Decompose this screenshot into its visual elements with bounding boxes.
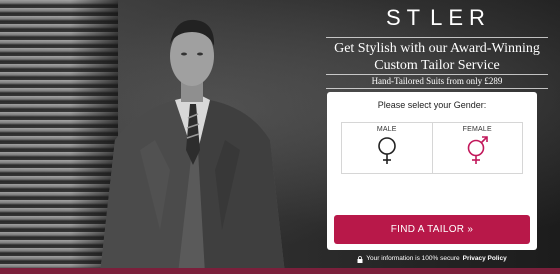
hero-headline: Get Stylish with our Award-Winning Custo… (334, 41, 540, 73)
model-photo (100, 19, 285, 274)
find-a-tailor-button[interactable]: FIND A TAILOR » (334, 215, 530, 244)
gender-option-male[interactable]: MALE (342, 123, 432, 173)
form-title: Please select your Gender: (377, 100, 487, 110)
gender-selector: MALE FEMALE (341, 122, 523, 174)
logo-text-right: LER (430, 5, 491, 30)
bottom-accent-bar (0, 268, 560, 274)
divider (326, 74, 548, 75)
female-symbol-icon (467, 136, 489, 164)
logo-text-left: ST (386, 5, 427, 30)
gender-label-male: MALE (376, 126, 397, 133)
male-symbol-icon (377, 137, 396, 164)
gender-label-female: FEMALE (462, 126, 492, 133)
lock-icon (357, 255, 363, 263)
hero-subline: Hand-Tailored Suits from only £289 (371, 76, 503, 86)
privacy-policy-link[interactable]: Privacy Policy (463, 255, 507, 263)
secure-notice: Your information is 100% secure Privacy … (327, 255, 537, 263)
secure-text: Your information is 100% secure (366, 255, 460, 262)
divider (326, 88, 548, 89)
styler-logo[interactable]: ST LER (386, 4, 486, 32)
gender-form-card: Please select your Gender: MALE FEMALE F… (327, 92, 537, 250)
gender-option-female[interactable]: FEMALE (431, 123, 523, 173)
divider (326, 37, 548, 38)
